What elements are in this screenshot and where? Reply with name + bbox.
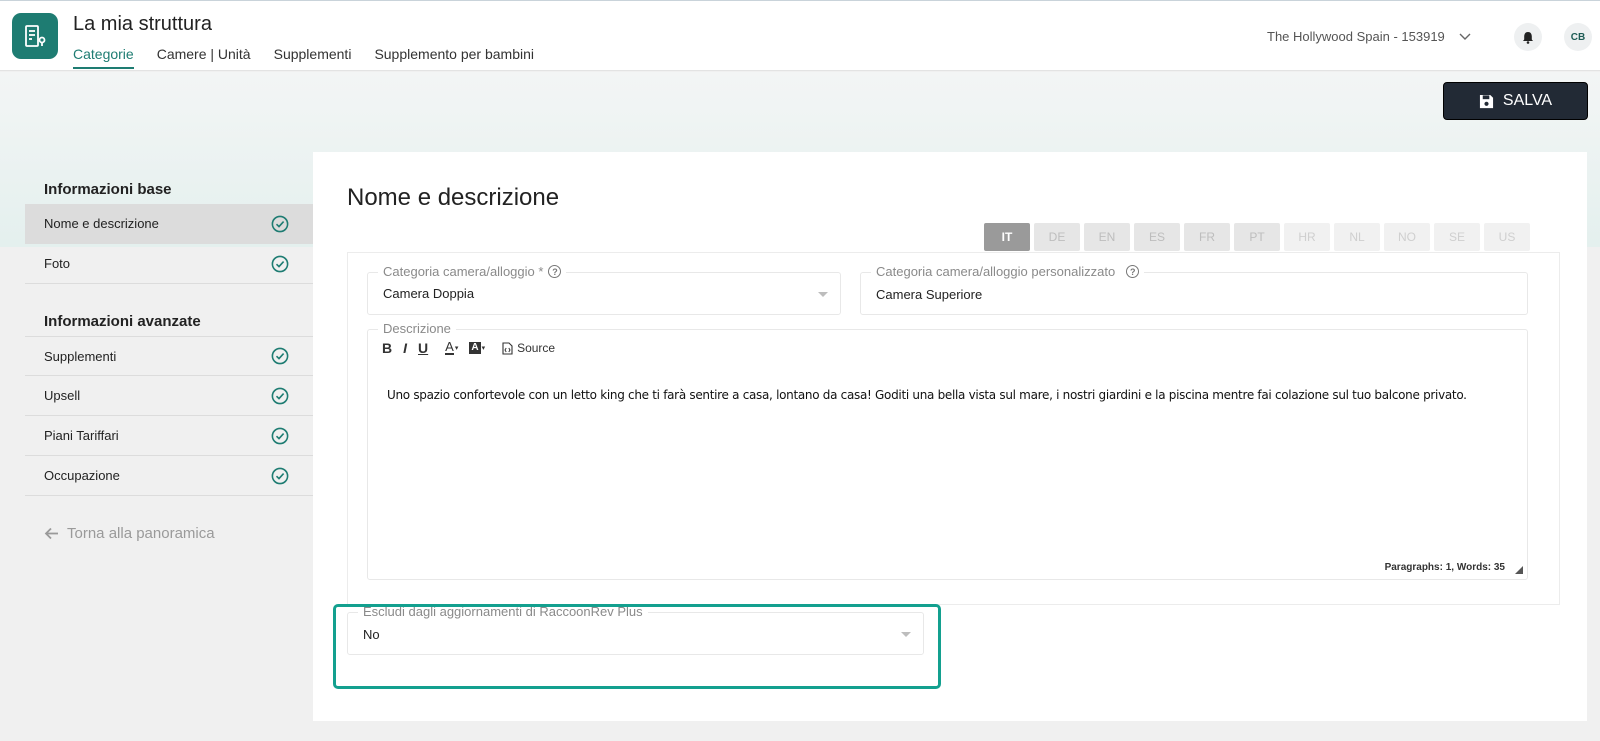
lang-tab-de[interactable]: DE bbox=[1034, 223, 1080, 251]
description-label: Descrizione bbox=[378, 321, 456, 336]
check-circle-icon bbox=[271, 387, 289, 404]
sidebar-item-label: Piani Tariffari bbox=[44, 428, 119, 443]
caret-down-icon bbox=[818, 292, 828, 297]
chevron-down-icon bbox=[1459, 33, 1471, 40]
lang-tab-us[interactable]: US bbox=[1484, 223, 1530, 251]
lang-tab-nl[interactable]: NL bbox=[1334, 223, 1380, 251]
check-circle-icon bbox=[271, 427, 289, 444]
custom-category-label-text: Categoria camera/alloggio personalizzato bbox=[876, 264, 1116, 279]
bold-icon[interactable]: B bbox=[382, 340, 392, 356]
description-editor[interactable]: Descrizione B I U A ▾ A ▾ Source Uno spazi… bbox=[367, 321, 1528, 580]
lang-tab-no[interactable]: NO bbox=[1384, 223, 1430, 251]
tab-categorie[interactable]: Categorie bbox=[73, 46, 134, 69]
sidebar-item-supplementi[interactable]: Supplementi bbox=[25, 336, 313, 376]
bell-icon bbox=[1523, 31, 1533, 44]
lang-tab-en[interactable]: EN bbox=[1084, 223, 1130, 251]
nav-tabs: Categorie Camere | Unità Supplementi Sup… bbox=[73, 46, 534, 69]
help-icon[interactable]: ? bbox=[548, 265, 562, 278]
check-circle-icon bbox=[271, 255, 289, 272]
avatar[interactable]: CB bbox=[1564, 23, 1592, 51]
save-icon bbox=[1479, 94, 1493, 108]
resize-handle-icon[interactable] bbox=[1515, 566, 1523, 574]
lang-tab-it[interactable]: IT bbox=[984, 223, 1030, 251]
section-title: Nome e descrizione bbox=[347, 184, 560, 211]
sidebar-heading-base: Informazioni base bbox=[44, 181, 172, 198]
sidebar-item-label: Foto bbox=[44, 256, 71, 271]
category-label-text: Categoria camera/alloggio * bbox=[383, 264, 544, 279]
sidebar-item-foto[interactable]: Foto bbox=[25, 244, 313, 284]
save-button[interactable]: SALVA bbox=[1443, 82, 1588, 120]
sidebar-item-occupazione[interactable]: Occupazione bbox=[25, 456, 313, 496]
tab-camere-unita[interactable]: Camere | Unità bbox=[157, 46, 251, 69]
text-color-icon[interactable]: A ▾ bbox=[445, 340, 458, 355]
tab-supplementi[interactable]: Supplementi bbox=[274, 46, 352, 69]
notifications-button[interactable] bbox=[1514, 23, 1542, 51]
check-circle-icon bbox=[271, 347, 289, 365]
italic-icon[interactable]: I bbox=[403, 340, 407, 356]
source-label: Source bbox=[517, 341, 556, 355]
lang-tab-se[interactable]: SE bbox=[1434, 223, 1480, 251]
editor-toolbar: B I U A ▾ A ▾ Source bbox=[382, 340, 555, 356]
custom-category-field[interactable]: Categoria camera/alloggio personalizzato… bbox=[860, 264, 1528, 315]
category-label: Categoria camera/alloggio * ? bbox=[378, 264, 567, 279]
tab-supplemento-bambini[interactable]: Supplemento per bambini bbox=[374, 46, 534, 69]
lang-tab-pt[interactable]: PT bbox=[1234, 223, 1280, 251]
background-color-icon[interactable]: A ▾ bbox=[469, 342, 485, 354]
sidebar: Informazioni base Nome e descrizione Fot… bbox=[25, 152, 313, 542]
highlight-box bbox=[333, 604, 941, 689]
check-circle-icon bbox=[271, 467, 289, 484]
sidebar-item-piani-tariffari[interactable]: Piani Tariffari bbox=[25, 416, 313, 456]
sidebar-item-nome-descrizione[interactable]: Nome e descrizione bbox=[25, 204, 313, 244]
form-card: Categoria camera/alloggio * ? Camera Dop… bbox=[347, 252, 1560, 605]
custom-category-value: Camera Superiore bbox=[876, 287, 983, 302]
check-circle-icon bbox=[271, 215, 289, 232]
sidebar-item-label: Supplementi bbox=[44, 348, 117, 364]
arrow-left-icon bbox=[44, 527, 58, 540]
underline-icon[interactable]: U bbox=[418, 340, 428, 356]
property-name: The Hollywood Spain - 153919 bbox=[1267, 29, 1445, 44]
description-text[interactable]: Uno spazio confortevole con un letto kin… bbox=[387, 388, 1467, 402]
sidebar-item-label: Nome e descrizione bbox=[44, 216, 159, 231]
lang-tab-es[interactable]: ES bbox=[1134, 223, 1180, 251]
sidebar-item-upsell[interactable]: Upsell bbox=[25, 376, 313, 416]
main-panel: Nome e descrizione IT DE EN ES FR PT HR … bbox=[313, 152, 1587, 721]
back-to-overview-link[interactable]: Torna alla panoramica bbox=[25, 525, 313, 542]
sidebar-item-label: Occupazione bbox=[44, 468, 120, 483]
back-link-label: Torna alla panoramica bbox=[67, 525, 215, 542]
lang-tab-fr[interactable]: FR bbox=[1184, 223, 1230, 251]
word-count: Paragraphs: 1, Words: 35 bbox=[1384, 562, 1505, 573]
source-button[interactable]: Source bbox=[502, 341, 555, 355]
category-value: Camera Doppia bbox=[383, 286, 475, 301]
language-tabs: IT DE EN ES FR PT HR NL NO SE US bbox=[984, 223, 1530, 251]
save-label: SALVA bbox=[1502, 92, 1553, 109]
property-selector[interactable]: The Hollywood Spain - 153919 bbox=[1267, 29, 1471, 44]
sidebar-item-label: Upsell bbox=[44, 388, 81, 403]
source-icon bbox=[502, 341, 513, 355]
custom-category-label: Categoria camera/alloggio personalizzato… bbox=[871, 264, 1145, 279]
help-icon[interactable]: ? bbox=[1126, 265, 1140, 278]
page-title: La mia struttura bbox=[73, 13, 212, 35]
category-select[interactable]: Categoria camera/alloggio * ? Camera Dop… bbox=[367, 264, 841, 315]
top-header: La mia struttura Categorie Camere | Unit… bbox=[0, 0, 1600, 71]
lang-tab-hr[interactable]: HR bbox=[1284, 223, 1330, 251]
building-icon[interactable] bbox=[12, 13, 58, 59]
sidebar-heading-avanzate: Informazioni avanzate bbox=[44, 313, 201, 330]
